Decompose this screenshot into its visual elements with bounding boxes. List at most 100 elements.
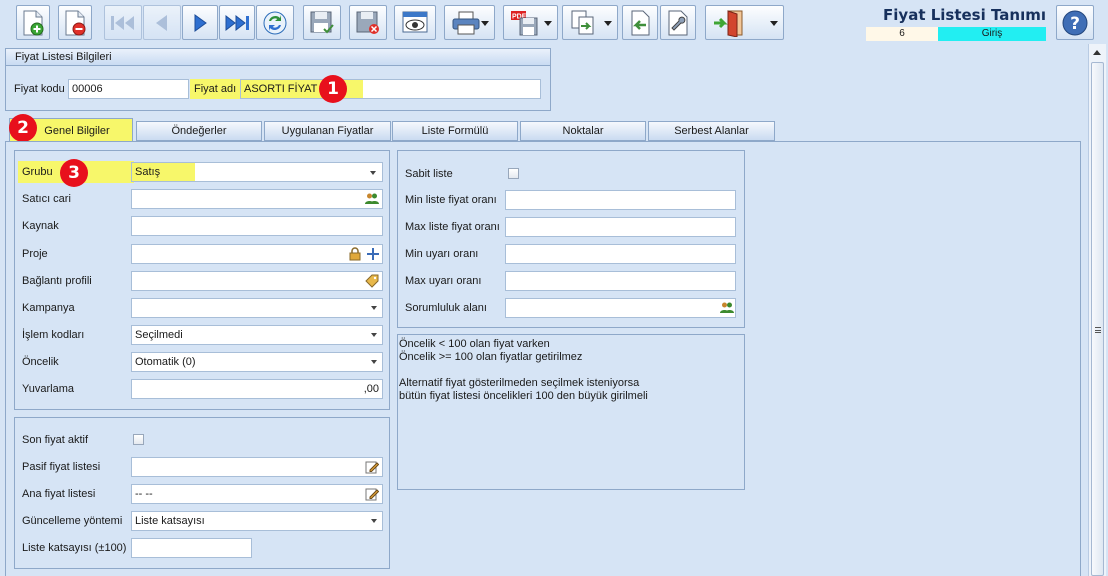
responsibility-area-input[interactable] bbox=[505, 298, 736, 318]
main-list-input[interactable]: -- -- bbox=[131, 484, 383, 504]
note-line: bütün fiyat listesi öncelikleri 100 den … bbox=[399, 390, 648, 402]
delete-document-icon bbox=[65, 10, 86, 35]
price-name-label: Fiyat adı bbox=[190, 79, 241, 99]
group-value: Satış bbox=[132, 163, 195, 181]
project-input[interactable] bbox=[131, 244, 383, 264]
new-record-button[interactable] bbox=[16, 5, 50, 40]
tab-list-formula[interactable]: Liste Formülü bbox=[392, 121, 518, 141]
save-button[interactable] bbox=[303, 5, 341, 40]
copy-icon bbox=[571, 10, 594, 34]
seller-account-label: Satıcı cari bbox=[22, 193, 71, 205]
tab-label: Genel Bilgiler bbox=[44, 125, 110, 137]
passive-list-input[interactable] bbox=[131, 457, 383, 477]
min-list-ratio-input[interactable] bbox=[505, 190, 736, 210]
print-button[interactable] bbox=[444, 5, 495, 40]
save-close-icon bbox=[356, 11, 379, 34]
properties-button[interactable] bbox=[660, 5, 696, 40]
annotation-badge-1: 1 bbox=[319, 75, 347, 103]
campaign-select[interactable] bbox=[131, 298, 383, 318]
last-price-active-checkbox[interactable] bbox=[133, 434, 144, 445]
tag-icon[interactable] bbox=[365, 274, 379, 288]
update-method-label: Güncelleme yöntemi bbox=[22, 515, 123, 527]
chevron-down-icon bbox=[370, 171, 376, 175]
next-icon bbox=[194, 13, 207, 32]
plus-icon[interactable] bbox=[366, 247, 380, 261]
max-list-ratio-label: Max liste fiyat oranı bbox=[405, 221, 500, 233]
chevron-down-icon bbox=[481, 21, 489, 26]
list-coefficient-input[interactable] bbox=[131, 538, 252, 558]
price-code-label: Fiyat kodu bbox=[14, 83, 65, 95]
main-list-label: Ana fiyat listesi bbox=[22, 488, 96, 500]
last-record-button[interactable] bbox=[219, 5, 255, 40]
tab-points[interactable]: Noktalar bbox=[520, 121, 646, 141]
refresh-button[interactable] bbox=[256, 5, 294, 40]
export-pdf-button[interactable]: PDF bbox=[503, 5, 558, 40]
scrollbar-thumb[interactable] bbox=[1091, 62, 1104, 576]
source-input[interactable] bbox=[131, 216, 383, 236]
operation-codes-label: İşlem kodları bbox=[22, 329, 85, 341]
note-line: Öncelik >= 100 olan fiyatlar getirilmez bbox=[399, 351, 583, 363]
previous-record-button[interactable] bbox=[143, 5, 181, 40]
fixed-list-label: Sabit liste bbox=[405, 168, 453, 180]
exit-button[interactable] bbox=[705, 5, 784, 40]
fixed-list-checkbox[interactable] bbox=[508, 168, 519, 179]
note-line: Alternatif fiyat gösterilmeden seçilmek … bbox=[399, 377, 640, 389]
save-icon bbox=[310, 11, 334, 33]
help-button[interactable]: ? bbox=[1056, 5, 1094, 40]
refresh-icon bbox=[263, 11, 287, 34]
svg-text:?: ? bbox=[1070, 14, 1080, 34]
max-warning-ratio-input[interactable] bbox=[505, 271, 736, 291]
users-lookup-icon[interactable] bbox=[720, 301, 734, 315]
limits-box: Sabit liste Min liste fiyat oranı Max li… bbox=[397, 150, 745, 328]
group-select[interactable]: Satış bbox=[131, 162, 383, 182]
rounding-input[interactable]: ,00 bbox=[131, 379, 383, 399]
note-line: Öncelik < 100 olan fiyat varken bbox=[399, 338, 550, 350]
campaign-label: Kampanya bbox=[22, 302, 75, 314]
users-lookup-icon[interactable] bbox=[365, 192, 379, 206]
copy-button[interactable] bbox=[562, 5, 618, 40]
new-document-icon bbox=[23, 10, 44, 35]
connection-profile-input[interactable] bbox=[131, 271, 383, 291]
window-title: Fiyat Listesi Tanımı bbox=[883, 6, 1046, 24]
price-name-input[interactable]: ASORTI FİYAT bbox=[240, 79, 541, 99]
next-record-button[interactable] bbox=[182, 5, 218, 40]
previous-icon bbox=[156, 14, 167, 31]
min-warning-ratio-input[interactable] bbox=[505, 244, 736, 264]
delete-record-button[interactable] bbox=[58, 5, 92, 40]
tab-applied-prices[interactable]: Uygulanan Fiyatlar bbox=[264, 121, 391, 141]
lock-icon[interactable] bbox=[349, 247, 361, 261]
exit-door-icon bbox=[714, 9, 743, 37]
rounding-label: Yuvarlama bbox=[22, 383, 74, 395]
printer-icon bbox=[452, 11, 480, 34]
eye-icon bbox=[402, 11, 428, 32]
vertical-scrollbar[interactable] bbox=[1088, 44, 1106, 576]
preview-button[interactable] bbox=[394, 5, 436, 40]
min-list-ratio-label: Min liste fiyat oranı bbox=[405, 194, 497, 206]
connection-profile-label: Bağlantı profili bbox=[22, 275, 92, 287]
priority-select[interactable]: Otomatik (0) bbox=[131, 352, 383, 372]
first-record-button[interactable] bbox=[104, 5, 142, 40]
edit-icon[interactable] bbox=[365, 460, 379, 474]
save-close-button[interactable] bbox=[349, 5, 387, 40]
price-code-input[interactable]: 00006 bbox=[68, 79, 189, 99]
scroll-up-icon[interactable] bbox=[1093, 50, 1101, 55]
max-warning-ratio-label: Max uyarı oranı bbox=[405, 275, 482, 287]
seller-account-input[interactable] bbox=[131, 189, 383, 209]
import-button[interactable] bbox=[622, 5, 658, 40]
tab-defaults[interactable]: Öndeğerler bbox=[136, 121, 262, 141]
help-icon: ? bbox=[1062, 10, 1088, 35]
tab-free-fields[interactable]: Serbest Alanlar bbox=[648, 121, 775, 141]
mode-badge: Giriş bbox=[938, 27, 1046, 41]
chevron-down-icon bbox=[371, 333, 377, 337]
general-box: Grubu Satış Satıcı cari Kaynak Proje Bağ… bbox=[14, 150, 390, 410]
max-list-ratio-input[interactable] bbox=[505, 217, 736, 237]
chevron-down-icon bbox=[371, 306, 377, 310]
update-method-select[interactable]: Liste katsayısı bbox=[131, 511, 383, 531]
annotation-badge-2: 2 bbox=[9, 114, 37, 142]
edit-icon[interactable] bbox=[365, 487, 379, 501]
operation-codes-select[interactable]: Seçilmedi bbox=[131, 325, 383, 345]
pdf-save-icon: PDF bbox=[511, 10, 538, 35]
skip-first-icon bbox=[111, 15, 134, 30]
list-coefficient-label: Liste katsayısı (±100) bbox=[22, 542, 127, 554]
wrench-icon bbox=[668, 10, 688, 35]
